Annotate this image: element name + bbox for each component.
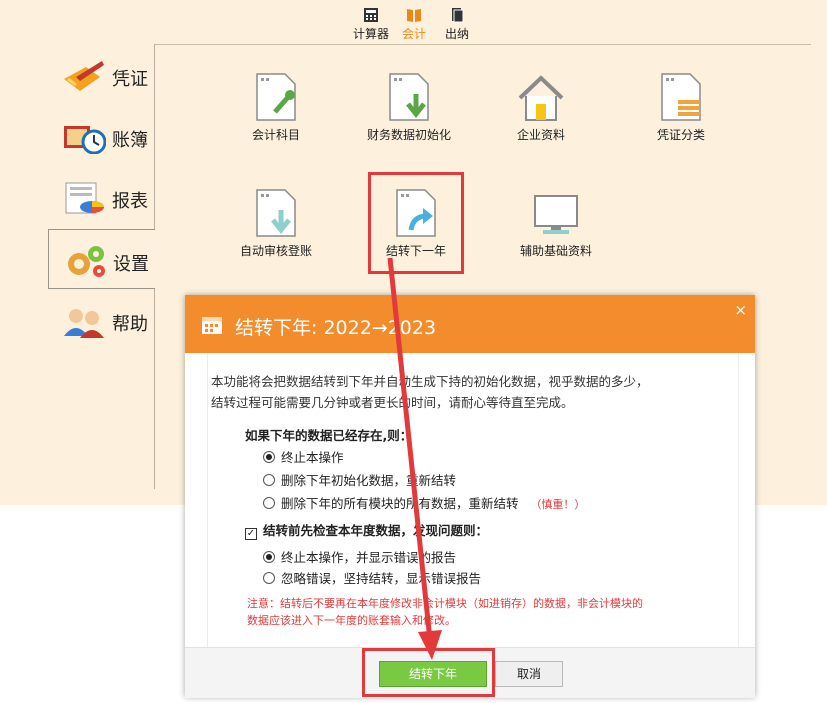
grid-item-auto-audit[interactable]: 自动审核登账 xyxy=(221,188,331,278)
dialog-header: 结转下年: 2022→2023 × xyxy=(185,295,755,353)
top-divider xyxy=(155,44,811,45)
tab-label: 出纳 xyxy=(444,27,469,41)
nav-label: 报表 xyxy=(112,191,148,212)
grid-item-data-init[interactable]: 财务数据初始化 xyxy=(354,72,464,162)
radio-delete-init[interactable]: 删除下年初始化数据，重新结转 xyxy=(263,470,456,489)
note-line: 数据应该进入下一年度的账套输入和修改。 xyxy=(247,614,456,627)
caution-text: （慎重！） xyxy=(530,498,586,511)
voucher-pen-icon xyxy=(64,61,104,91)
grid-label: 会计科目 xyxy=(251,128,300,142)
dialog-title: 结转下年: 2022→2023 xyxy=(235,317,437,339)
book-icon xyxy=(407,9,421,22)
calculator-icon xyxy=(364,8,378,22)
tab-cashier[interactable]: 出纳 xyxy=(437,7,477,42)
doc-download-icon xyxy=(389,73,429,121)
tab-label: 会计 xyxy=(401,27,426,41)
help-people-icon xyxy=(64,309,104,338)
dialog-description: 本功能将会把数据结转到下年并自动生成下持的初始化数据，视乎数据的多少， 结转过程… xyxy=(211,371,711,413)
doc-wrench-icon xyxy=(256,73,296,121)
warning-note: 注意：结转后不要再在本年度修改非会计模块（如进销存）的数据，非会计模块的 数据应… xyxy=(247,595,717,629)
option-label: 删除下年的所有模块的所有数据，重新结转 xyxy=(281,496,519,511)
option-label: 删除下年初始化数据，重新结转 xyxy=(281,473,457,488)
close-icon[interactable]: × xyxy=(734,301,747,319)
tab-calculator[interactable]: 计算器 xyxy=(351,7,391,42)
radio-button[interactable] xyxy=(263,497,275,509)
radio-abort[interactable]: 终止本操作 xyxy=(263,447,344,466)
radio-abort-show-report[interactable]: 终止本操作，并显示错误的报告 xyxy=(263,547,456,566)
section-precheck[interactable]: ✓ 结转前先检查本年度数据，发现问题则： xyxy=(245,520,488,540)
house-icon xyxy=(518,75,564,121)
option-label: 终止本操作，并显示错误的报告 xyxy=(281,550,457,565)
nav-item-report[interactable]: 报表 xyxy=(48,167,155,225)
highlight-box-ok xyxy=(362,648,495,697)
option-label: 终止本操作 xyxy=(281,450,344,465)
grid-item-aux-data[interactable]: 辅助基础资料 xyxy=(501,188,611,278)
grid-label: 辅助基础资料 xyxy=(519,244,592,258)
radio-ignore-errors[interactable]: 忽略错误，坚持结转，显示错误报告 xyxy=(263,568,481,587)
description-line: 本功能将会把数据结转到下年并自动生成下持的初始化数据，视乎数据的多少， xyxy=(211,374,649,389)
nav-label: 帮助 xyxy=(112,314,148,335)
nav-label: 凭证 xyxy=(112,69,148,90)
ledger-clock-icon xyxy=(64,126,106,154)
tab-label: 计算器 xyxy=(352,27,389,41)
grid-label: 自动审核登账 xyxy=(239,244,312,258)
radio-button[interactable] xyxy=(263,572,275,584)
checkbox-precheck[interactable]: ✓ xyxy=(245,528,257,540)
cashier-icon xyxy=(452,8,464,23)
radio-button[interactable] xyxy=(263,451,275,463)
grid-label: 财务数据初始化 xyxy=(366,128,451,142)
monitor-icon xyxy=(534,195,578,234)
nav-item-help[interactable]: 帮助 xyxy=(48,290,155,348)
nav-label: 账簿 xyxy=(112,130,148,151)
doc-down-arrow-icon xyxy=(256,189,296,237)
section-existing-data: 如果下年的数据已经存在,则： xyxy=(245,428,413,443)
grid-label: 企业资料 xyxy=(516,128,565,142)
nav-item-settings[interactable]: 设置 xyxy=(48,229,155,289)
radio-button[interactable] xyxy=(263,474,275,486)
highlight-box xyxy=(368,172,464,274)
radio-delete-all[interactable]: 删除下年的所有模块的所有数据，重新结转 （慎重！） xyxy=(263,493,585,512)
calendar-icon xyxy=(202,317,222,334)
doc-stack-icon xyxy=(661,73,701,121)
report-chart-icon xyxy=(65,182,104,214)
description-line: 结转过程可能需要几分钟或者更长的时间，请耐心等待直至完成。 xyxy=(211,395,574,410)
grid-item-voucher-category[interactable]: 凭证分类 xyxy=(626,72,736,162)
nav-item-ledger[interactable]: 账簿 xyxy=(48,106,155,164)
grid-item-account-subjects[interactable]: 会计科目 xyxy=(221,72,331,162)
section-label: 结转前先检查本年度数据，发现问题则： xyxy=(263,523,489,538)
tab-accounting[interactable]: 会计 xyxy=(394,7,434,42)
gears-icon xyxy=(68,246,105,277)
radio-button[interactable] xyxy=(263,551,275,563)
grid-label: 凭证分类 xyxy=(656,128,705,142)
carry-forward-dialog: 结转下年: 2022→2023 × 本功能将会把数据结转到下年并自动生成下持的初… xyxy=(185,295,755,698)
nav-label: 设置 xyxy=(113,254,149,275)
note-line: 注意：结转后不要再在本年度修改非会计模块（如进销存）的数据，非会计模块的 xyxy=(247,597,643,610)
option-label: 忽略错误，坚持结转，显示错误报告 xyxy=(281,571,482,586)
cancel-button[interactable]: 取消 xyxy=(495,661,563,687)
nav-item-voucher[interactable]: 凭证 xyxy=(48,45,155,103)
grid-item-company-info[interactable]: 企业资料 xyxy=(486,72,596,162)
